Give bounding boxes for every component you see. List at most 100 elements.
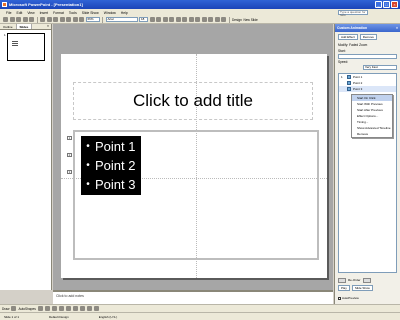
mouse-icon bbox=[347, 75, 351, 79]
italic-icon[interactable] bbox=[156, 17, 161, 22]
line-icon[interactable] bbox=[37, 306, 43, 311]
menu-window[interactable]: Window bbox=[104, 11, 116, 15]
effect-icon bbox=[347, 81, 351, 85]
title-placeholder[interactable]: Click to add title bbox=[73, 82, 313, 120]
increase-font-icon[interactable] bbox=[208, 17, 213, 22]
close-icon[interactable]: × bbox=[45, 24, 51, 29]
body-placeholder[interactable]: 1 2 3 • Point 1 • Point 2 • Point 3 bbox=[67, 130, 319, 260]
menu-format[interactable]: Format bbox=[53, 11, 64, 15]
restore-button[interactable]: □ bbox=[383, 1, 390, 8]
wordart-icon[interactable] bbox=[72, 306, 78, 311]
copy-icon[interactable] bbox=[46, 17, 52, 22]
drawing-toolbar: Draw AutoShapes bbox=[0, 304, 400, 312]
tab-outline[interactable]: Outline bbox=[0, 24, 17, 29]
bullet-item: • Point 1 bbox=[81, 137, 135, 156]
cut-icon[interactable] bbox=[40, 17, 45, 22]
animation-order-tag[interactable]: 2 bbox=[67, 153, 72, 157]
autopreview-label: AutoPreview bbox=[342, 296, 359, 300]
animation-order-tag[interactable]: 1 bbox=[67, 136, 72, 140]
bullets-icon[interactable] bbox=[201, 17, 207, 22]
fill-color-icon[interactable] bbox=[79, 306, 85, 311]
open-icon[interactable] bbox=[9, 17, 15, 22]
shadow-icon[interactable] bbox=[169, 17, 174, 22]
menu-edit[interactable]: Edit bbox=[16, 11, 22, 15]
rectangle-icon[interactable] bbox=[51, 306, 57, 311]
new-slide-button[interactable]: New Slide bbox=[243, 18, 257, 22]
close-icon[interactable]: × bbox=[396, 26, 398, 30]
redo-icon[interactable] bbox=[66, 17, 71, 22]
chart-icon[interactable] bbox=[72, 17, 78, 22]
align-right-icon[interactable] bbox=[188, 17, 194, 22]
add-effect-button[interactable]: Add Effect bbox=[338, 34, 358, 40]
powerpoint-app-icon bbox=[2, 2, 7, 7]
help-question-input[interactable]: Type a question for help bbox=[338, 10, 368, 17]
close-button[interactable]: × bbox=[391, 1, 398, 8]
bullet-text[interactable]: Point 3 bbox=[95, 177, 135, 192]
font-size-select[interactable]: 18 bbox=[139, 17, 148, 22]
zoom-select[interactable]: 66% bbox=[85, 17, 100, 22]
selected-bullet-text[interactable]: • Point 1 • Point 2 • Point 3 bbox=[81, 136, 142, 195]
bullet-dot-icon: • bbox=[86, 141, 90, 152]
slide-thumbnail-number: 1 bbox=[4, 33, 6, 37]
move-down-button[interactable] bbox=[362, 278, 371, 283]
font-color-icon[interactable] bbox=[221, 17, 226, 22]
task-pane-title: Custom Animation bbox=[337, 26, 368, 30]
save-icon[interactable] bbox=[16, 17, 21, 22]
status-slide-count: Slide 1 of 1 bbox=[4, 314, 20, 319]
menu-help[interactable]: Help bbox=[121, 11, 128, 15]
move-up-button[interactable] bbox=[338, 278, 346, 283]
bullet-dot-icon: • bbox=[86, 160, 90, 171]
select-pointer-icon[interactable] bbox=[11, 306, 17, 311]
font-color-icon[interactable] bbox=[93, 306, 99, 311]
animation-list-item[interactable]: Point 3 bbox=[339, 86, 396, 92]
ctx-remove[interactable]: Remove bbox=[352, 131, 392, 137]
bullet-dot-icon: • bbox=[86, 179, 90, 190]
numbering-icon[interactable] bbox=[195, 17, 200, 22]
autopreview-option[interactable]: AutoPreview bbox=[338, 296, 359, 300]
menu-insert[interactable]: Insert bbox=[40, 11, 48, 15]
slides-pane: Outline Slides × 1 bbox=[0, 24, 52, 290]
arrow-icon[interactable] bbox=[44, 306, 50, 311]
menu-file[interactable]: File bbox=[6, 11, 11, 15]
menu-view[interactable]: View bbox=[27, 11, 34, 15]
slide-thumbnail[interactable] bbox=[6, 33, 45, 61]
undo-icon[interactable] bbox=[59, 17, 65, 22]
table-icon[interactable] bbox=[79, 17, 84, 22]
bullet-text[interactable]: Point 1 bbox=[95, 139, 135, 154]
speed-select[interactable]: Very Fast bbox=[363, 65, 397, 70]
paste-icon[interactable] bbox=[53, 17, 58, 22]
underline-icon[interactable] bbox=[162, 17, 168, 22]
new-icon[interactable] bbox=[3, 17, 8, 22]
align-left-icon[interactable] bbox=[175, 17, 181, 22]
spelling-icon[interactable] bbox=[29, 17, 34, 22]
autopreview-checkbox[interactable] bbox=[338, 296, 341, 300]
autoshapes-menu[interactable]: AutoShapes bbox=[18, 307, 35, 311]
window-titlebar: Microsoft PowerPoint - [Presentation1] _… bbox=[0, 0, 400, 9]
bold-icon[interactable] bbox=[149, 17, 155, 22]
minimize-button[interactable]: _ bbox=[375, 1, 382, 8]
remove-effect-button[interactable]: Remove bbox=[359, 34, 377, 40]
notes-pane[interactable]: Click to add notes bbox=[53, 290, 333, 304]
tab-slides[interactable]: Slides bbox=[16, 24, 33, 29]
textbox-icon[interactable] bbox=[65, 306, 71, 311]
slide-editing-area: Click to add title 1 2 3 • Point 1 • Point… bbox=[53, 24, 333, 290]
menu-tools[interactable]: Tools bbox=[69, 11, 77, 15]
slide-canvas[interactable]: Click to add title 1 2 3 • Point 1 • Point… bbox=[61, 54, 327, 278]
oval-icon[interactable] bbox=[58, 306, 64, 311]
line-color-icon[interactable] bbox=[86, 306, 92, 311]
animation-order-tag[interactable]: 3 bbox=[67, 170, 72, 174]
bullet-text[interactable]: Point 2 bbox=[95, 158, 135, 173]
status-language: English (U.S.) bbox=[98, 314, 118, 319]
draw-menu[interactable]: Draw bbox=[2, 307, 9, 311]
menu-bar: File Edit View Insert Format Tools Slide… bbox=[0, 9, 400, 17]
design-button[interactable]: Design bbox=[232, 18, 242, 22]
slide-show-button[interactable]: Slide Show bbox=[351, 285, 373, 291]
toolbar-separator bbox=[36, 16, 38, 23]
play-button[interactable]: Play bbox=[338, 285, 350, 291]
font-select[interactable]: Arial bbox=[105, 17, 138, 22]
align-center-icon[interactable] bbox=[182, 17, 187, 22]
toolbar-separator bbox=[102, 16, 103, 23]
menu-slide-show[interactable]: Slide Show bbox=[82, 11, 99, 15]
print-icon[interactable] bbox=[22, 17, 28, 22]
decrease-font-icon[interactable] bbox=[214, 17, 220, 22]
